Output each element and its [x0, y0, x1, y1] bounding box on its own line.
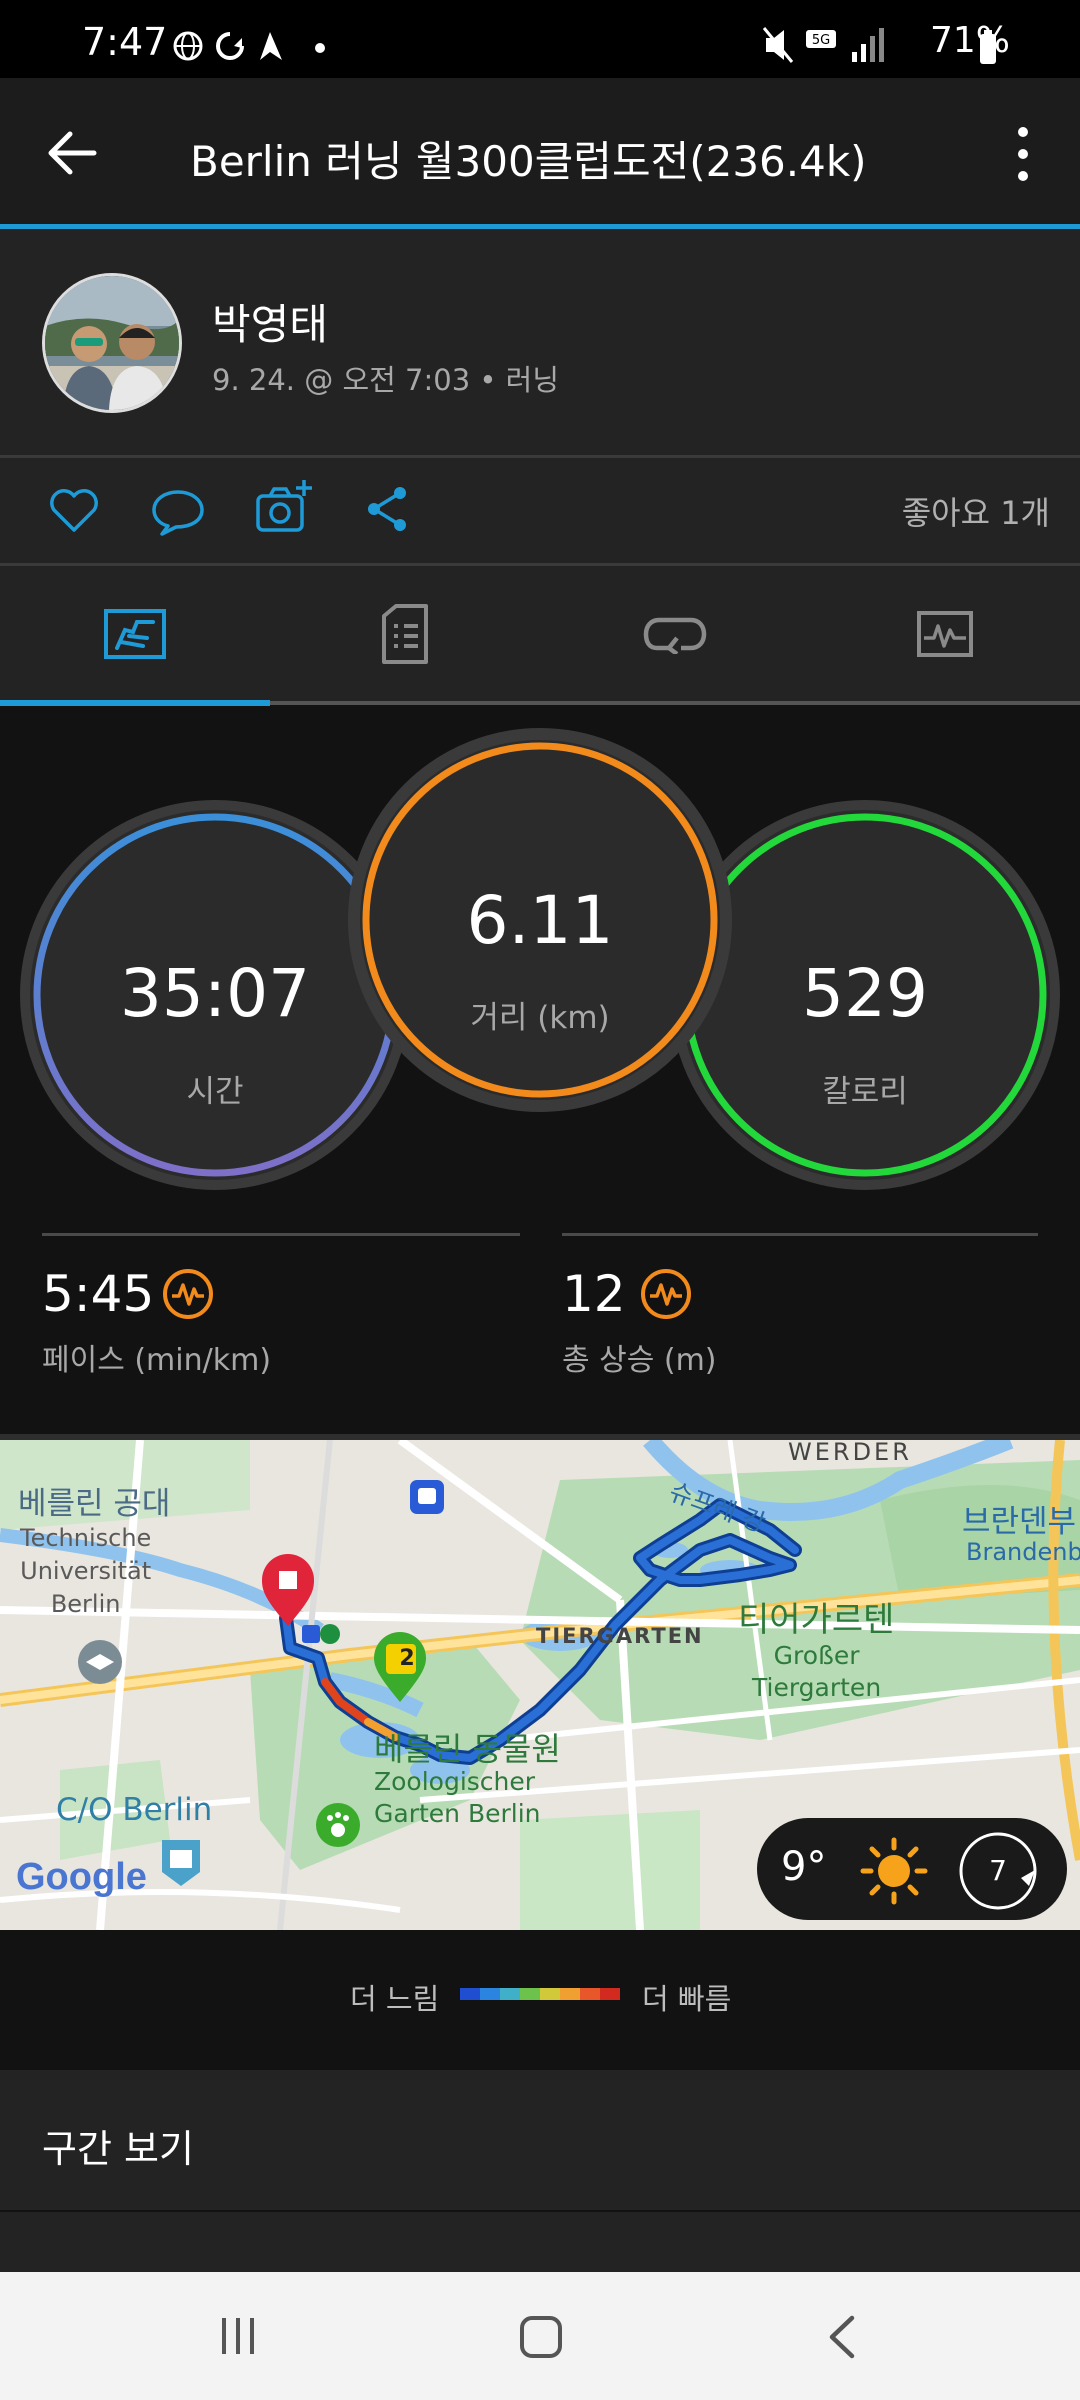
- sbahn-icon: [320, 1624, 340, 1644]
- home-icon[interactable]: [518, 2314, 564, 2360]
- map-label-tu: 베를린 공대: [18, 1486, 171, 1522]
- like-heart-icon[interactable]: [48, 486, 100, 534]
- status-time: 7:47: [82, 20, 168, 64]
- speed-legend-bar: [460, 1988, 620, 2000]
- svg-text:5G: 5G: [812, 33, 830, 48]
- status-bar: 7:47 5G 71%: [0, 0, 1080, 78]
- laps-link[interactable]: 구간 보기: [42, 2118, 194, 2173]
- activity-meta: 9. 24. @ 오전 7:03 • 러닝: [212, 363, 560, 397]
- battery-icon: [980, 30, 996, 64]
- legend-slow-label: 더 느림: [350, 1982, 440, 2016]
- chart-icon: [917, 611, 973, 657]
- calories-label: 칼로리: [822, 1074, 908, 1110]
- comment-icon[interactable]: [150, 486, 206, 536]
- legend-swatch: [500, 1988, 520, 2000]
- activity-tabs: [0, 566, 1080, 702]
- weather-badge: 9° 7: [757, 1818, 1067, 1920]
- user-name[interactable]: 박영태: [212, 291, 328, 352]
- map-label-tu-de: Technische Universität Berlin: [20, 1524, 152, 1618]
- tab-summary[interactable]: [0, 566, 270, 702]
- share-icon[interactable]: [364, 484, 412, 534]
- page-title: Berlin 러닝 월300클럽도전(236.4k): [190, 137, 867, 186]
- back-icon[interactable]: [822, 2314, 862, 2360]
- map-label-werder: WERDER: [788, 1440, 912, 1466]
- system-nav-bar: [0, 2272, 1080, 2400]
- ubahn-icon: [302, 1625, 320, 1643]
- map-label-co-berlin: C/O Berlin: [56, 1792, 213, 1828]
- map-label-zoo: 베를린 동물원: [374, 1730, 561, 1768]
- legend-swatch: [520, 1988, 540, 2000]
- road-number: 2: [399, 1646, 415, 1671]
- legend-swatch: [600, 1988, 620, 2000]
- dot-icon: [315, 43, 325, 53]
- calories-value: 529: [802, 955, 928, 1032]
- action-row: 좋아요 1개: [0, 458, 1080, 563]
- map-label-brandenburg: 브란덴부: [962, 1504, 1077, 1540]
- map-label-brandenburg-de: Brandenb: [966, 1538, 1080, 1566]
- distance-value: 6.11: [466, 882, 614, 959]
- tab-details[interactable]: [270, 566, 540, 702]
- document-icon: [382, 604, 428, 664]
- loop-icon: [643, 617, 707, 654]
- legend-swatch: [580, 1988, 600, 2000]
- status-right-icons: 5G: [762, 27, 884, 63]
- map-label-tiergarten-district: TIERGARTEN: [536, 1624, 704, 1648]
- sun-icon: [860, 1837, 928, 1905]
- google-logo: Google: [16, 1856, 147, 1898]
- pace-label: 페이스 (min/km): [42, 1343, 272, 1378]
- recent-apps-icon[interactable]: [216, 2314, 260, 2358]
- temperature: 9°: [781, 1844, 827, 1890]
- distance-label: 거리 (km): [470, 1000, 610, 1036]
- more-options-icon[interactable]: [1008, 122, 1038, 186]
- app-header: Berlin 러닝 월300클럽도전(236.4k): [0, 78, 1080, 226]
- time-value: 35:07: [119, 955, 311, 1032]
- tab-track: [270, 701, 1080, 705]
- add-photo-icon[interactable]: [254, 478, 314, 536]
- ascent-value: 12: [562, 1265, 626, 1323]
- tab-indicator: [0, 700, 270, 706]
- ascent-chart-icon[interactable]: [640, 1268, 692, 1320]
- tab-charts[interactable]: [810, 566, 1080, 702]
- navigation-icon: [260, 32, 282, 60]
- summary-chart-icon: [104, 609, 166, 659]
- map-label-tiergarten: 티어가르텐: [738, 1600, 895, 1640]
- pace-chart-icon[interactable]: [162, 1268, 214, 1320]
- legend-swatch: [460, 1988, 480, 2000]
- ascent-label: 총 상승 (m): [562, 1343, 717, 1378]
- avatar[interactable]: [42, 273, 182, 413]
- tab-laps[interactable]: [540, 566, 810, 702]
- legend-swatch: [480, 1988, 500, 2000]
- pace-value: 5:45: [42, 1265, 155, 1323]
- status-left-icons: [173, 31, 325, 61]
- metric-divider: [42, 1233, 520, 1236]
- legend-swatch: [560, 1988, 580, 2000]
- signal-icon: [852, 52, 857, 62]
- back-arrow-icon[interactable]: [46, 128, 102, 178]
- time-label: 시간: [186, 1074, 244, 1110]
- legend-fast-label: 더 빠름: [642, 1982, 732, 2016]
- laps-section[interactable]: 구간 보기: [0, 2070, 1080, 2210]
- metric-divider: [562, 1233, 1038, 1236]
- map-label-zoo-de: Zoologischer Garten Berlin: [374, 1767, 541, 1828]
- wind-speed: 7: [989, 1854, 1007, 1887]
- like-count[interactable]: 좋아요 1개: [902, 488, 1050, 534]
- map-label-tiergarten-de: Großer Tiergarten: [752, 1641, 882, 1702]
- activity-owner: 박영태 9. 24. @ 오전 7:03 • 러닝: [0, 229, 1080, 455]
- legend-swatch: [540, 1988, 560, 2000]
